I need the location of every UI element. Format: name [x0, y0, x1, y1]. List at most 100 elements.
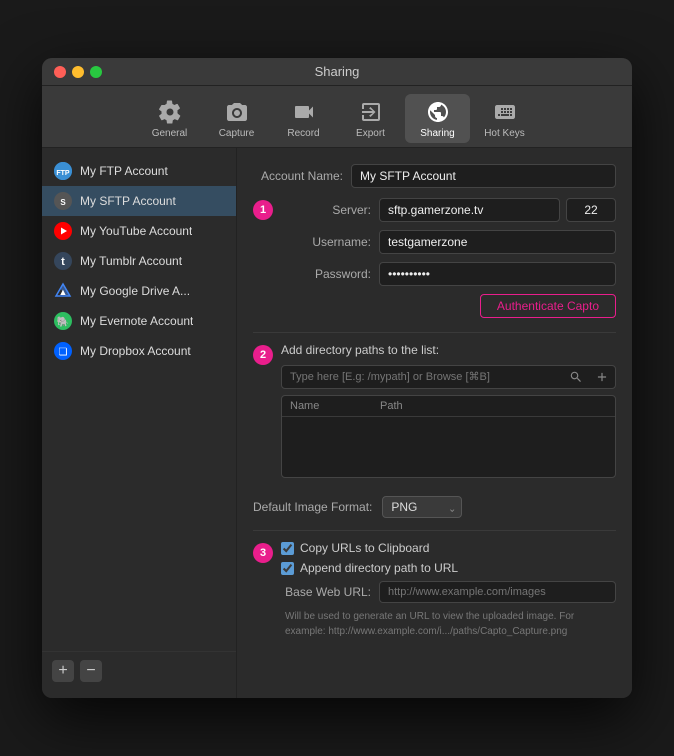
- append-dir-checkbox[interactable]: [281, 562, 294, 575]
- toolbar-hotkeys-label: Hot Keys: [484, 128, 525, 139]
- toolbar-general-label: General: [152, 128, 188, 139]
- sidebar-item-tumblr[interactable]: t My Tumblr Account: [42, 246, 236, 276]
- sidebar-item-gdrive[interactable]: ▲ My Google Drive A...: [42, 276, 236, 306]
- authenticate-button[interactable]: Authenticate Capto: [480, 294, 616, 318]
- remove-account-button[interactable]: −: [80, 660, 102, 682]
- svg-text:🐘: 🐘: [57, 316, 69, 328]
- step-3-badge: 3: [253, 543, 273, 563]
- toolbar-capture-label: Capture: [219, 128, 255, 139]
- traffic-lights: [54, 66, 102, 78]
- paths-table: Name Path: [281, 395, 616, 478]
- username-label: Username:: [281, 235, 371, 249]
- evernote-label: My Evernote Account: [80, 314, 193, 328]
- sidebar-item-dropbox[interactable]: ❏ My Dropbox Account: [42, 336, 236, 366]
- append-dir-row: Append directory path to URL: [281, 561, 616, 575]
- step-1-badge: 1: [253, 200, 273, 220]
- append-dir-label: Append directory path to URL: [300, 561, 458, 575]
- tumblr-label: My Tumblr Account: [80, 254, 182, 268]
- sftp-label: My SFTP Account: [80, 194, 176, 208]
- window-title: Sharing: [315, 64, 360, 79]
- sidebar-footer: + −: [42, 651, 236, 690]
- path-input[interactable]: [282, 366, 563, 388]
- help-text: Will be used to generate an URL to view …: [281, 609, 616, 639]
- toolbar-export-label: Export: [356, 128, 385, 139]
- toolbar-record-label: Record: [287, 128, 319, 139]
- default-format-label: Default Image Format:: [253, 500, 372, 514]
- minimize-button[interactable]: [72, 66, 84, 78]
- ftp-label: My FTP Account: [80, 164, 168, 178]
- svg-text:FTP: FTP: [56, 170, 70, 177]
- export-icon: [357, 98, 385, 126]
- ftp-icon: FTP: [54, 162, 72, 180]
- toolbar-export[interactable]: Export: [338, 94, 403, 143]
- format-select-wrapper: PNG JPEG GIF TIFF: [382, 496, 462, 518]
- base-url-label: Base Web URL:: [281, 585, 371, 599]
- svg-text:S: S: [60, 198, 66, 207]
- copy-urls-row: Copy URLs to Clipboard: [281, 541, 616, 555]
- path-input-row: [281, 365, 616, 389]
- add-path-button[interactable]: [589, 366, 615, 388]
- password-row: Password:: [281, 262, 616, 286]
- server-input-group: [379, 198, 616, 222]
- toolbar-record[interactable]: Record: [271, 94, 336, 143]
- svg-text:▲: ▲: [59, 287, 68, 297]
- toolbar-capture[interactable]: Capture: [204, 94, 269, 143]
- toolbar-sharing-label: Sharing: [420, 128, 454, 139]
- col-name: Name: [290, 400, 380, 412]
- search-icon-btn[interactable]: [563, 366, 589, 388]
- copy-urls-label: Copy URLs to Clipboard: [300, 541, 429, 555]
- server-row: Server:: [281, 198, 616, 222]
- directory-label: Add directory paths to the list:: [281, 343, 616, 357]
- toolbar-hotkeys[interactable]: Hot Keys: [472, 94, 537, 143]
- toolbar-sharing[interactable]: Sharing: [405, 94, 470, 143]
- username-row: Username:: [281, 230, 616, 254]
- port-input[interactable]: [566, 198, 616, 222]
- sidebar-item-sftp[interactable]: S My SFTP Account: [42, 186, 236, 216]
- close-button[interactable]: [54, 66, 66, 78]
- sidebar-item-ftp[interactable]: FTP My FTP Account: [42, 156, 236, 186]
- account-name-input[interactable]: [351, 164, 616, 188]
- content-area: FTP My FTP Account S My SFTP Account: [42, 148, 632, 698]
- username-input[interactable]: [379, 230, 616, 254]
- video-icon: [290, 98, 318, 126]
- copy-urls-checkbox[interactable]: [281, 542, 294, 555]
- table-header: Name Path: [282, 396, 615, 417]
- base-url-input[interactable]: [379, 581, 616, 603]
- title-bar: Sharing: [42, 58, 632, 86]
- server-input[interactable]: [379, 198, 560, 222]
- globe-icon: [424, 98, 452, 126]
- sftp-icon: S: [54, 192, 72, 210]
- toolbar-general[interactable]: General: [137, 94, 202, 143]
- youtube-label: My YouTube Account: [80, 224, 192, 238]
- camera-icon: [223, 98, 251, 126]
- dropbox-icon: ❏: [54, 342, 72, 360]
- svg-text:❏: ❏: [59, 347, 68, 358]
- sidebar-item-evernote[interactable]: 🐘 My Evernote Account: [42, 306, 236, 336]
- app-window: Sharing General Capture Record: [42, 58, 632, 698]
- toolbar: General Capture Record Export: [42, 86, 632, 148]
- gdrive-icon: ▲: [54, 282, 72, 300]
- gdrive-label: My Google Drive A...: [80, 284, 190, 298]
- svg-text:t: t: [61, 256, 65, 268]
- tumblr-icon: t: [54, 252, 72, 270]
- main-panel: Account Name: 1 Server:: [237, 148, 632, 698]
- evernote-icon: 🐘: [54, 312, 72, 330]
- password-input[interactable]: [379, 262, 616, 286]
- base-url-row: Base Web URL:: [281, 581, 616, 603]
- accounts-list: FTP My FTP Account S My SFTP Account: [42, 156, 236, 651]
- step-2-badge: 2: [253, 345, 273, 365]
- dropbox-label: My Dropbox Account: [80, 344, 191, 358]
- default-format-row: Default Image Format: PNG JPEG GIF TIFF: [253, 496, 616, 518]
- sidebar-item-youtube[interactable]: My YouTube Account: [42, 216, 236, 246]
- col-path: Path: [380, 400, 607, 412]
- add-account-button[interactable]: +: [52, 660, 74, 682]
- maximize-button[interactable]: [90, 66, 102, 78]
- keyboard-icon: [491, 98, 519, 126]
- sidebar: FTP My FTP Account S My SFTP Account: [42, 148, 237, 698]
- account-name-label: Account Name:: [253, 169, 343, 183]
- table-body: [282, 417, 615, 477]
- server-label: Server:: [281, 203, 371, 217]
- format-select[interactable]: PNG JPEG GIF TIFF: [382, 496, 462, 518]
- password-label: Password:: [281, 267, 371, 281]
- account-name-row: Account Name:: [253, 164, 616, 188]
